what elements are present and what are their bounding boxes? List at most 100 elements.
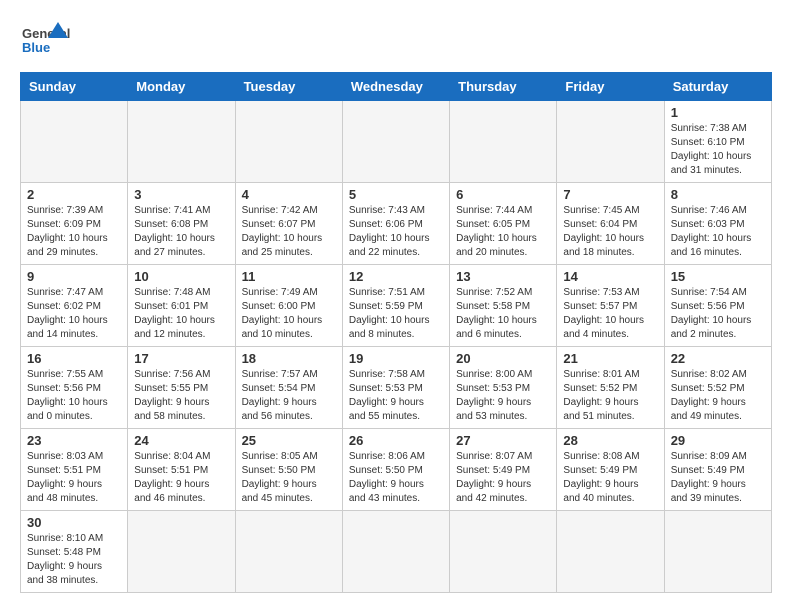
day-info: Sunrise: 7:49 AM Sunset: 6:00 PM Dayligh… bbox=[242, 286, 336, 342]
calendar-cell bbox=[664, 511, 771, 593]
day-info: Sunrise: 8:00 AM Sunset: 5:53 PM Dayligh… bbox=[456, 368, 550, 424]
calendar-cell bbox=[128, 101, 235, 183]
day-number: 12 bbox=[349, 269, 443, 284]
day-info: Sunrise: 8:07 AM Sunset: 5:49 PM Dayligh… bbox=[456, 450, 550, 506]
svg-text:Blue: Blue bbox=[22, 40, 50, 55]
weekday-header-friday: Friday bbox=[557, 73, 664, 101]
day-number: 29 bbox=[671, 433, 765, 448]
calendar-cell: 23 Sunrise: 8:03 AM Sunset: 5:51 PM Dayli… bbox=[21, 429, 128, 511]
calendar-cell: 24Sunrise: 8:04 AM Sunset: 5:51 PM Dayli… bbox=[128, 429, 235, 511]
calendar-cell: 15 Sunrise: 7:54 AM Sunset: 5:56 PM Dayli… bbox=[664, 265, 771, 347]
day-info: Sunrise: 8:06 AM Sunset: 5:50 PM Dayligh… bbox=[349, 450, 443, 506]
day-number: 6 bbox=[456, 187, 550, 202]
calendar-cell: 12Sunrise: 7:51 AM Sunset: 5:59 PM Dayli… bbox=[342, 265, 449, 347]
calendar-cell: 11 Sunrise: 7:49 AM Sunset: 6:00 PM Dayli… bbox=[235, 265, 342, 347]
calendar-body: 1 Sunrise: 7:38 AM Sunset: 6:10 PM Daylig… bbox=[21, 101, 772, 593]
day-info: Sunrise: 7:58 AM Sunset: 5:53 PM Dayligh… bbox=[349, 368, 443, 424]
calendar-cell: 5 Sunrise: 7:43 AM Sunset: 6:06 PM Daylig… bbox=[342, 183, 449, 265]
day-info: Sunrise: 7:46 AM Sunset: 6:03 PM Dayligh… bbox=[671, 204, 765, 260]
calendar-cell: 1 Sunrise: 7:38 AM Sunset: 6:10 PM Daylig… bbox=[664, 101, 771, 183]
day-number: 3 bbox=[134, 187, 228, 202]
page-header: General Blue bbox=[20, 20, 772, 62]
day-info: Sunrise: 8:03 AM Sunset: 5:51 PM Dayligh… bbox=[27, 450, 121, 506]
day-number: 23 bbox=[27, 433, 121, 448]
calendar-cell: 14Sunrise: 7:53 AM Sunset: 5:57 PM Dayli… bbox=[557, 265, 664, 347]
day-info: Sunrise: 7:47 AM Sunset: 6:02 PM Dayligh… bbox=[27, 286, 121, 342]
weekday-header-monday: Monday bbox=[128, 73, 235, 101]
day-info: Sunrise: 7:39 AM Sunset: 6:09 PM Dayligh… bbox=[27, 204, 121, 260]
calendar-cell bbox=[235, 101, 342, 183]
day-number: 11 bbox=[242, 269, 336, 284]
calendar-cell: 7 Sunrise: 7:45 AM Sunset: 6:04 PM Daylig… bbox=[557, 183, 664, 265]
day-info: Sunrise: 7:56 AM Sunset: 5:55 PM Dayligh… bbox=[134, 368, 228, 424]
calendar-cell: 19 Sunrise: 7:58 AM Sunset: 5:53 PM Dayli… bbox=[342, 347, 449, 429]
weekday-header-thursday: Thursday bbox=[450, 73, 557, 101]
calendar-cell bbox=[235, 511, 342, 593]
calendar-cell: 26 Sunrise: 8:06 AM Sunset: 5:50 PM Dayli… bbox=[342, 429, 449, 511]
day-number: 10 bbox=[134, 269, 228, 284]
day-number: 8 bbox=[671, 187, 765, 202]
calendar-cell: 30 Sunrise: 8:10 AM Sunset: 5:48 PM Dayli… bbox=[21, 511, 128, 593]
calendar-cell: 10 Sunrise: 7:48 AM Sunset: 6:01 PM Dayli… bbox=[128, 265, 235, 347]
week-row-0: 1 Sunrise: 7:38 AM Sunset: 6:10 PM Daylig… bbox=[21, 101, 772, 183]
day-number: 26 bbox=[349, 433, 443, 448]
week-row-5: 30 Sunrise: 8:10 AM Sunset: 5:48 PM Dayli… bbox=[21, 511, 772, 593]
weekday-header-row: SundayMondayTuesdayWednesdayThursdayFrid… bbox=[21, 73, 772, 101]
calendar-cell: 4Sunrise: 7:42 AM Sunset: 6:07 PM Daylig… bbox=[235, 183, 342, 265]
day-info: Sunrise: 8:02 AM Sunset: 5:52 PM Dayligh… bbox=[671, 368, 765, 424]
day-info: Sunrise: 8:10 AM Sunset: 5:48 PM Dayligh… bbox=[27, 532, 121, 588]
calendar-cell: 8 Sunrise: 7:46 AM Sunset: 6:03 PM Daylig… bbox=[664, 183, 771, 265]
calendar-cell bbox=[557, 101, 664, 183]
calendar-cell bbox=[450, 511, 557, 593]
day-number: 2 bbox=[27, 187, 121, 202]
day-info: Sunrise: 8:05 AM Sunset: 5:50 PM Dayligh… bbox=[242, 450, 336, 506]
day-number: 7 bbox=[563, 187, 657, 202]
day-number: 18 bbox=[242, 351, 336, 366]
day-number: 19 bbox=[349, 351, 443, 366]
day-number: 5 bbox=[349, 187, 443, 202]
weekday-header-wednesday: Wednesday bbox=[342, 73, 449, 101]
day-number: 25 bbox=[242, 433, 336, 448]
day-info: Sunrise: 7:42 AM Sunset: 6:07 PM Dayligh… bbox=[242, 204, 336, 260]
day-number: 22 bbox=[671, 351, 765, 366]
day-info: Sunrise: 7:44 AM Sunset: 6:05 PM Dayligh… bbox=[456, 204, 550, 260]
calendar-cell bbox=[128, 511, 235, 593]
calendar-cell: 9 Sunrise: 7:47 AM Sunset: 6:02 PM Daylig… bbox=[21, 265, 128, 347]
day-number: 24 bbox=[134, 433, 228, 448]
day-info: Sunrise: 7:38 AM Sunset: 6:10 PM Dayligh… bbox=[671, 122, 765, 178]
calendar-table: SundayMondayTuesdayWednesdayThursdayFrid… bbox=[20, 72, 772, 593]
day-info: Sunrise: 7:55 AM Sunset: 5:56 PM Dayligh… bbox=[27, 368, 121, 424]
calendar-cell: 27Sunrise: 8:07 AM Sunset: 5:49 PM Dayli… bbox=[450, 429, 557, 511]
day-info: Sunrise: 7:53 AM Sunset: 5:57 PM Dayligh… bbox=[563, 286, 657, 342]
day-info: Sunrise: 7:41 AM Sunset: 6:08 PM Dayligh… bbox=[134, 204, 228, 260]
logo: General Blue bbox=[20, 20, 70, 62]
calendar-cell: 18Sunrise: 7:57 AM Sunset: 5:54 PM Dayli… bbox=[235, 347, 342, 429]
day-number: 15 bbox=[671, 269, 765, 284]
day-info: Sunrise: 7:48 AM Sunset: 6:01 PM Dayligh… bbox=[134, 286, 228, 342]
day-info: Sunrise: 8:09 AM Sunset: 5:49 PM Dayligh… bbox=[671, 450, 765, 506]
logo-svg: General Blue bbox=[20, 20, 70, 62]
calendar-cell: 2 Sunrise: 7:39 AM Sunset: 6:09 PM Daylig… bbox=[21, 183, 128, 265]
day-info: Sunrise: 7:52 AM Sunset: 5:58 PM Dayligh… bbox=[456, 286, 550, 342]
calendar-cell bbox=[342, 511, 449, 593]
calendar-cell: 20Sunrise: 8:00 AM Sunset: 5:53 PM Dayli… bbox=[450, 347, 557, 429]
calendar-cell bbox=[21, 101, 128, 183]
week-row-1: 2 Sunrise: 7:39 AM Sunset: 6:09 PM Daylig… bbox=[21, 183, 772, 265]
calendar-cell: 22 Sunrise: 8:02 AM Sunset: 5:52 PM Dayli… bbox=[664, 347, 771, 429]
weekday-header-tuesday: Tuesday bbox=[235, 73, 342, 101]
day-number: 9 bbox=[27, 269, 121, 284]
day-number: 30 bbox=[27, 515, 121, 530]
day-number: 17 bbox=[134, 351, 228, 366]
day-info: Sunrise: 7:45 AM Sunset: 6:04 PM Dayligh… bbox=[563, 204, 657, 260]
day-number: 21 bbox=[563, 351, 657, 366]
calendar-cell bbox=[342, 101, 449, 183]
day-number: 13 bbox=[456, 269, 550, 284]
day-info: Sunrise: 7:43 AM Sunset: 6:06 PM Dayligh… bbox=[349, 204, 443, 260]
day-number: 1 bbox=[671, 105, 765, 120]
day-number: 16 bbox=[27, 351, 121, 366]
calendar-cell bbox=[557, 511, 664, 593]
calendar-cell: 29 Sunrise: 8:09 AM Sunset: 5:49 PM Dayli… bbox=[664, 429, 771, 511]
weekday-header-saturday: Saturday bbox=[664, 73, 771, 101]
day-info: Sunrise: 7:54 AM Sunset: 5:56 PM Dayligh… bbox=[671, 286, 765, 342]
calendar-cell: 3 Sunrise: 7:41 AM Sunset: 6:08 PM Daylig… bbox=[128, 183, 235, 265]
